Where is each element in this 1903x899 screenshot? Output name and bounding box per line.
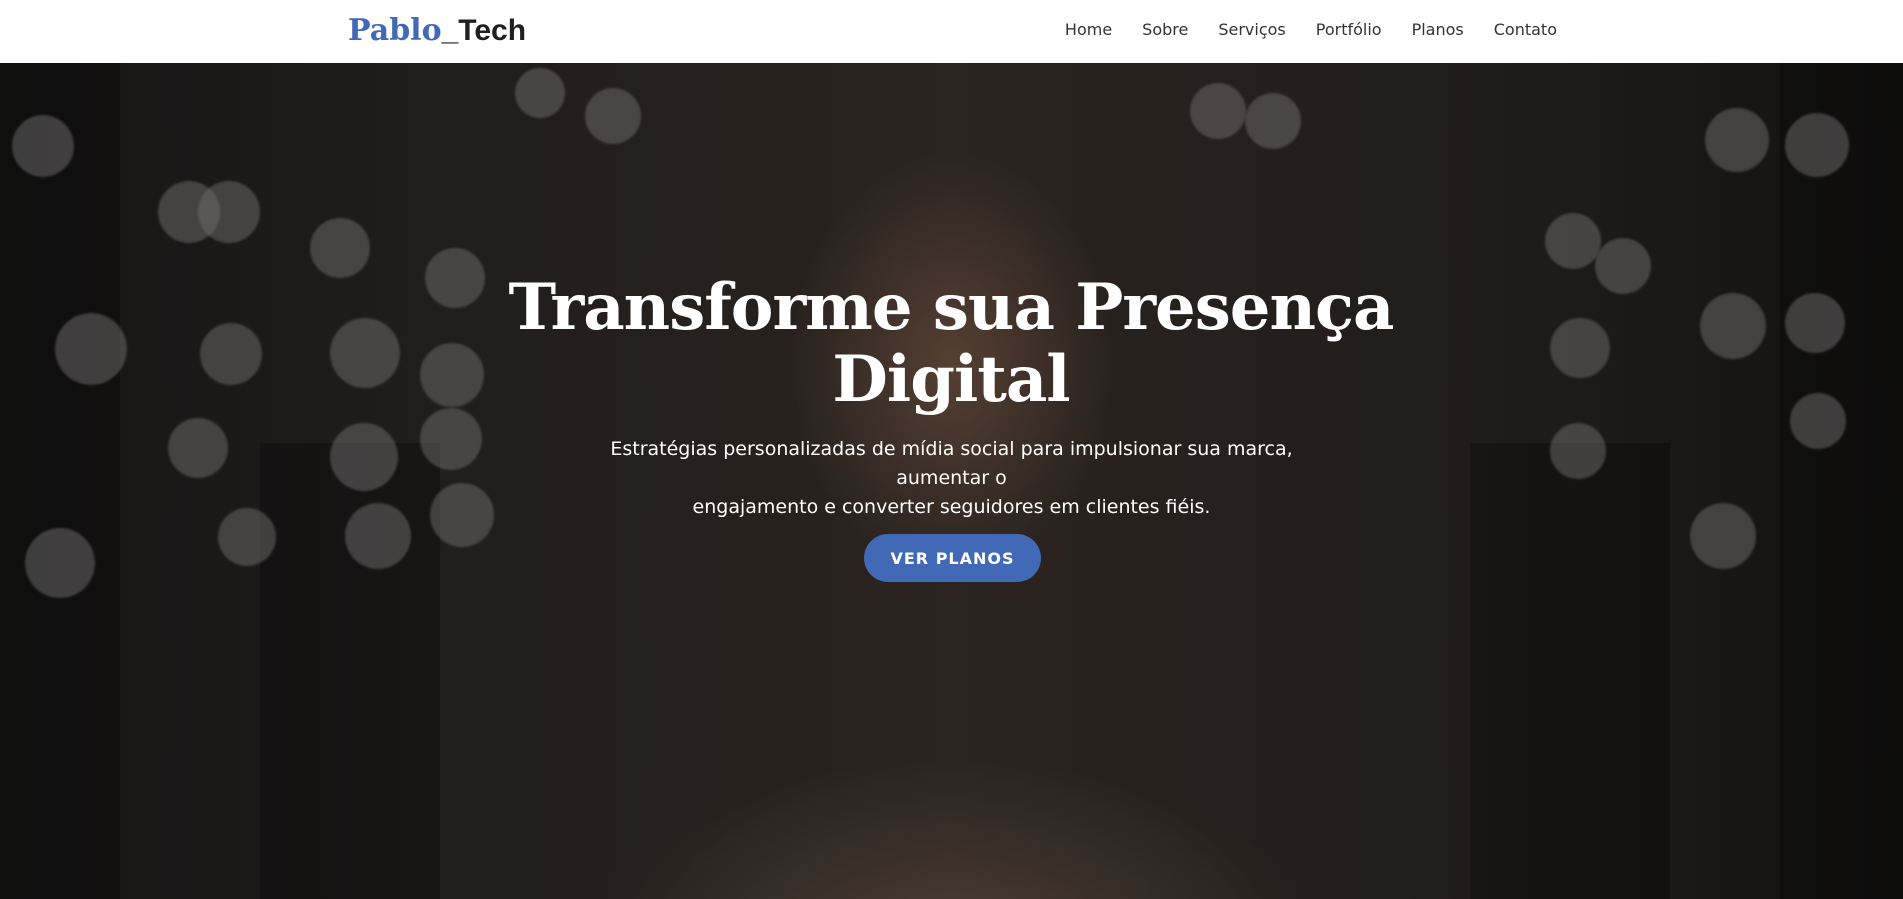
hero-title: Transforme sua Presença Digital [451,272,1451,416]
hero-title-line-2: Digital [832,342,1070,417]
main-nav: Home Sobre Serviços Portfólio Planos Con… [1065,0,1557,59]
brand-logo[interactable]: Pablo_Tech [348,11,526,51]
navbar: Pablo_Tech Home Sobre Serviços Portfólio… [0,0,1903,63]
brand-logo-second: _Tech [441,14,527,47]
brand-logo-first: Pablo [348,13,442,48]
nav-item-sobre[interactable]: Sobre [1142,20,1188,39]
nav-item-home[interactable]: Home [1065,20,1112,39]
hero-subtitle-line-2: engajamento e converter seguidores em cl… [692,496,1211,518]
nav-item-portfolio[interactable]: Portfólio [1316,20,1382,39]
nav-item-planos[interactable]: Planos [1412,20,1464,39]
hero-title-line-1: Transforme sua Presença [508,270,1395,345]
ver-planos-button[interactable]: VER PLANOS [864,534,1041,582]
hero-subtitle: Estratégias personalizadas de mídia soci… [561,435,1342,522]
hero-subtitle-line-1: Estratégias personalizadas de mídia soci… [610,438,1293,489]
nav-item-servicos[interactable]: Serviços [1218,20,1285,39]
nav-item-contato[interactable]: Contato [1494,20,1557,39]
